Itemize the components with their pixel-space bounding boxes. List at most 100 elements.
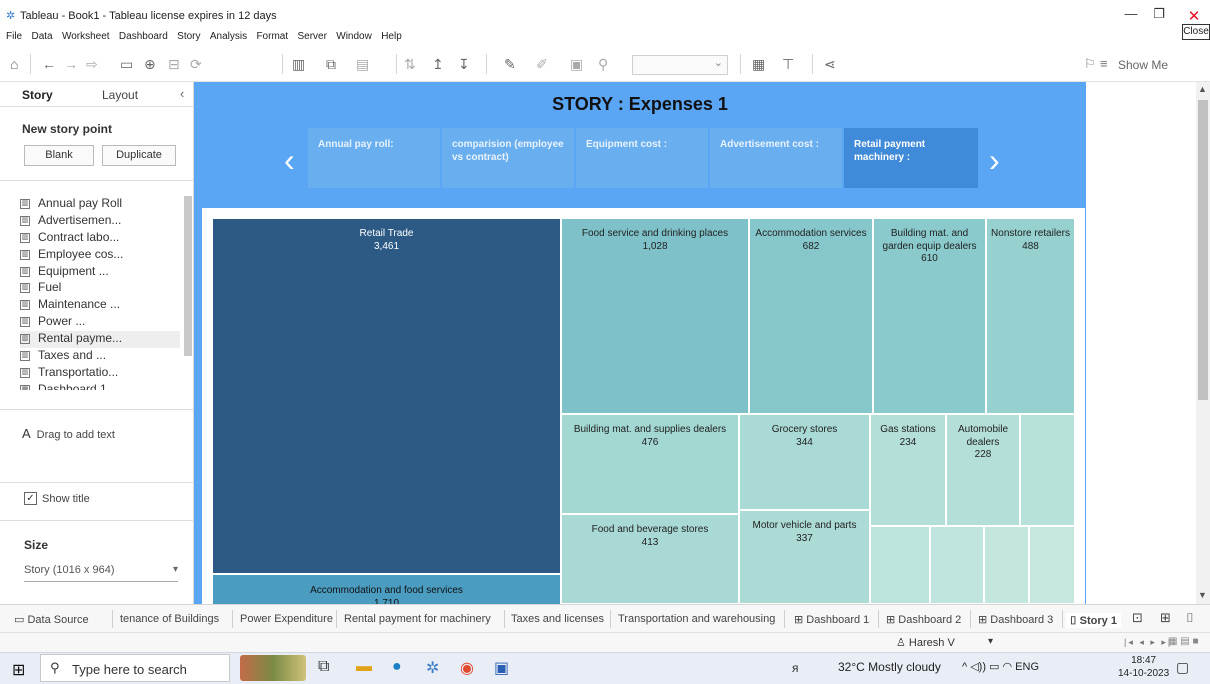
treemap-cell[interactable]: Accommodation and food services 1,710 xyxy=(212,574,561,604)
swap-rows-columns-icon[interactable]: ⇅ xyxy=(404,56,416,73)
user-menu[interactable]: ♙ Haresh V xyxy=(896,636,955,649)
sheet-item[interactable]: ▥ Fuel xyxy=(20,280,180,297)
treemap-cell[interactable]: Building mat. and garden equip dealers 61… xyxy=(873,218,986,414)
menu-analysis[interactable]: Analysis xyxy=(210,28,247,46)
menu-story[interactable]: Story xyxy=(177,28,200,46)
minimize-button[interactable]: — xyxy=(1122,6,1140,22)
treemap-cell[interactable] xyxy=(1020,414,1075,526)
highlight-icon[interactable]: ✎ xyxy=(504,56,516,73)
clear-sheet-icon[interactable]: ▤ xyxy=(356,56,369,73)
forward-icon[interactable]: → xyxy=(64,56,78,72)
menu-format[interactable]: Format xyxy=(256,28,288,46)
treemap-cell[interactable] xyxy=(1029,526,1075,604)
sheet-item[interactable]: ▥ Annual pay Roll xyxy=(20,196,180,213)
task-view-icon[interactable]: ⧉ xyxy=(318,658,329,676)
menu-file[interactable]: File xyxy=(6,28,22,46)
collapse-pane-icon[interactable]: ‹ xyxy=(180,86,184,101)
group-icon[interactable]: ✐ xyxy=(536,56,548,73)
sheet-item[interactable]: ▥ Rental payme... xyxy=(20,331,180,349)
story-point[interactable]: Annual pay roll: xyxy=(308,128,440,188)
new-worksheet-tab-icon[interactable]: ⊡ xyxy=(1132,610,1143,626)
menu-window[interactable]: Window xyxy=(336,28,372,46)
menu-help[interactable]: Help xyxy=(381,28,402,46)
duplicate-button[interactable]: Duplicate xyxy=(102,145,176,166)
treemap-cell[interactable]: Retail Trade 3,461 xyxy=(212,218,561,574)
labels-icon[interactable]: ▣ xyxy=(570,56,583,73)
file-explorer-icon[interactable]: ▬ xyxy=(356,658,372,676)
treemap-cell[interactable]: Gas stations 234 xyxy=(870,414,946,526)
treemap-cell[interactable]: Accommodation services 682 xyxy=(749,218,873,414)
pin-icon[interactable]: ⚐ xyxy=(1084,56,1096,72)
chrome-icon[interactable]: ◉ xyxy=(460,658,474,678)
show-me-icon[interactable]: ≡ xyxy=(1100,56,1108,71)
refresh-icon[interactable]: ⟳ xyxy=(190,56,202,73)
taskbar-thumbnail-image[interactable] xyxy=(240,655,306,681)
drag-text-object[interactable]: A Drag to add text xyxy=(22,426,115,441)
sort-ascending-icon[interactable]: ↥ xyxy=(432,56,444,73)
sheet-item[interactable]: ▥ Transportatio... xyxy=(20,365,180,382)
dashboard-tab[interactable]: ⊞ Dashboard 3 xyxy=(978,613,1053,626)
save-icon[interactable]: ▭ xyxy=(120,56,133,73)
tableau-taskbar-icon[interactable]: ✲ xyxy=(426,658,439,678)
weather-widget[interactable]: 32°C Mostly cloudy xyxy=(838,660,941,674)
sheet-item[interactable]: ▥ Employee cos... xyxy=(20,247,180,264)
user-dropdown-icon[interactable]: ▾ xyxy=(988,636,993,647)
size-dropdown[interactable]: Story (1016 x 964) xyxy=(24,564,178,582)
data-source-tab[interactable]: ▭ Data Source xyxy=(14,613,89,626)
sheet-item[interactable]: ▦ Dashboard 1 xyxy=(20,382,180,390)
story-point[interactable]: Equipment cost : xyxy=(576,128,708,188)
home-icon[interactable]: ⌂ xyxy=(10,56,18,72)
treemap-cell[interactable]: Building mat. and supplies dealers 476 xyxy=(561,414,739,514)
windows-start-icon[interactable]: ⊞ xyxy=(12,660,25,680)
edge-browser-icon[interactable]: ● xyxy=(392,658,402,676)
menu-server[interactable]: Server xyxy=(297,28,326,46)
sheet-item[interactable]: ▥ Advertisemen... xyxy=(20,213,180,230)
pin-axis-icon[interactable]: ⚲ xyxy=(598,56,608,73)
sheet-item[interactable]: ▥ Contract labo... xyxy=(20,230,180,247)
new-worksheet-icon[interactable]: ▥ xyxy=(292,56,305,73)
treemap-cell[interactable]: Grocery stores 344 xyxy=(739,414,870,510)
treemap-cell[interactable]: Food service and drinking places 1,028 xyxy=(561,218,749,414)
word-icon[interactable]: ▣ xyxy=(494,658,509,678)
restore-button[interactable]: ❐ xyxy=(1150,6,1168,22)
menu-dashboard[interactable]: Dashboard xyxy=(119,28,168,46)
show-title-checkbox[interactable]: ✓ xyxy=(24,492,37,505)
next-story-point-icon[interactable]: › xyxy=(989,142,1000,179)
menu-worksheet[interactable]: Worksheet xyxy=(62,28,110,46)
show-cards-icon[interactable]: ▦ xyxy=(752,56,765,73)
treemap-cell[interactable]: Automobile dealers 228 xyxy=(946,414,1020,526)
sheet-item[interactable]: ▥ Power ... xyxy=(20,314,180,331)
treemap-cell[interactable]: Motor vehicle and parts 337 xyxy=(739,510,870,604)
show-me-button[interactable]: Show Me xyxy=(1118,58,1168,72)
tab-story[interactable]: Story xyxy=(22,88,53,102)
sheet-tab[interactable]: Taxes and licenses xyxy=(511,613,604,625)
treemap-cell[interactable] xyxy=(984,526,1029,604)
taskbar-clock[interactable]: 18:47 14-10-2023 xyxy=(1118,654,1169,680)
story-point[interactable]: comparision (employee vs contract) xyxy=(442,128,574,188)
treemap-cell[interactable] xyxy=(870,526,930,604)
sheet-item[interactable]: ▥ Maintenance ... xyxy=(20,297,180,314)
tab-layout[interactable]: Layout xyxy=(102,88,138,102)
sheet-tab[interactable]: Rental payment for machinery xyxy=(344,613,491,625)
story-point[interactable]: Advertisement cost : xyxy=(710,128,842,188)
back-icon[interactable]: ← xyxy=(42,56,56,72)
new-data-source-icon[interactable]: ⊕ xyxy=(144,56,156,73)
system-tray[interactable]: ^ ◁)) ▭ ◠ ENG xyxy=(962,660,1039,673)
sheet-tab[interactable]: Power Expenditure xyxy=(240,613,333,625)
sheet-tab[interactable]: Transportation and warehousing xyxy=(618,613,775,625)
dashboard-tab[interactable]: ⊞ Dashboard 1 xyxy=(794,613,869,626)
previous-story-point-icon[interactable]: ‹ xyxy=(284,142,295,179)
new-dashboard-tab-icon[interactable]: ⊞ xyxy=(1160,610,1171,626)
duplicate-sheet-icon[interactable]: ⧉ xyxy=(326,56,336,73)
people-icon[interactable]: ᴙ xyxy=(792,661,799,675)
sort-descending-icon[interactable]: ↧ xyxy=(458,56,470,73)
story-tab-active[interactable]: ⌷ Story 1 xyxy=(1066,613,1121,628)
paste-icon[interactable]: ⊟ xyxy=(168,56,180,73)
view-toggle-icon[interactable]: ▦ ▤ ■ xyxy=(1168,636,1199,647)
new-story-tab-icon[interactable]: ⌷ xyxy=(1186,610,1194,626)
sheet-navigation-icon[interactable]: |◂ ◂ ▸ ▸| xyxy=(1124,637,1172,648)
blank-button[interactable]: Blank xyxy=(24,145,94,166)
menu-data[interactable]: Data xyxy=(31,28,52,46)
sheet-list-scrollbar[interactable] xyxy=(184,196,192,356)
treemap-cell[interactable]: Food and beverage stores 413 xyxy=(561,514,739,604)
